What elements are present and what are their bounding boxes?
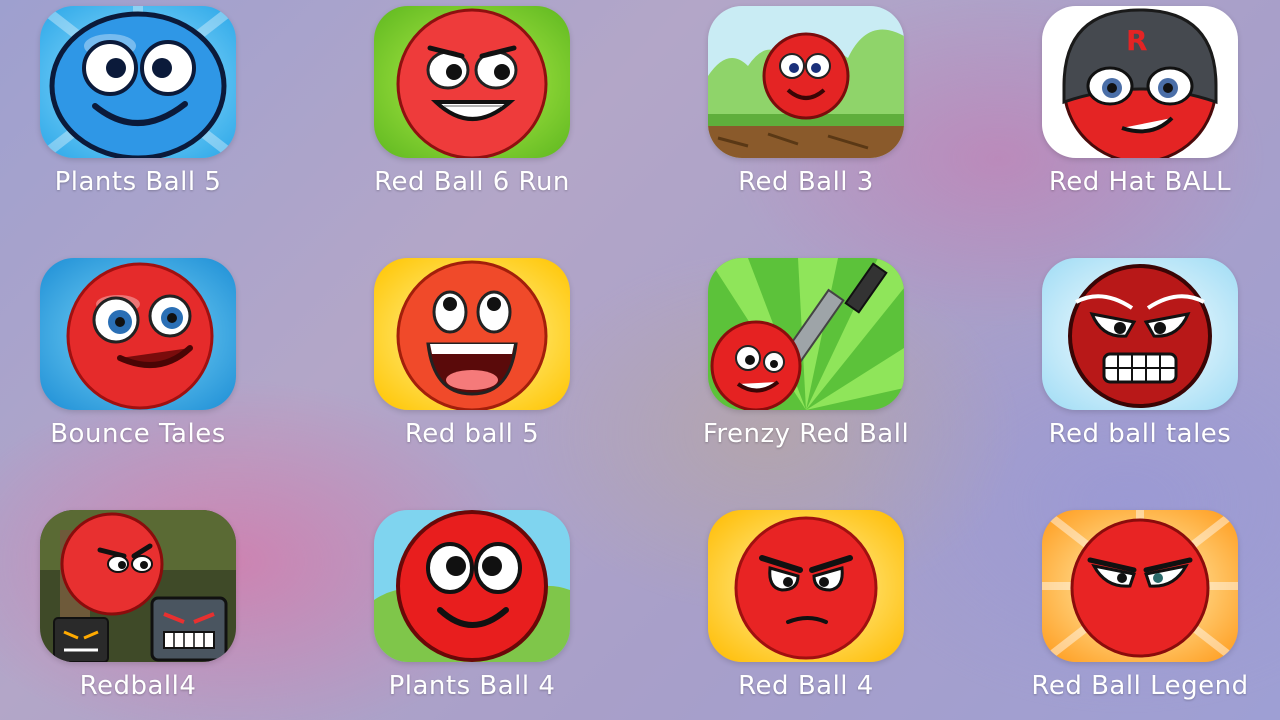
svg-text:R: R <box>1126 24 1148 57</box>
app-red-ball-tales[interactable]: Red ball tales <box>1010 252 1270 492</box>
app-label: Plants Ball 4 <box>388 671 556 701</box>
app-red-ball-4[interactable]: Red Ball 4 <box>676 504 936 720</box>
app-red-ball-5[interactable]: Red ball 5 <box>342 252 602 492</box>
app-red-ball-6-run[interactable]: Red Ball 6 Run <box>342 0 602 240</box>
app-bounce-tales[interactable]: Bounce Tales <box>8 252 268 492</box>
red-ball-masked-icon[interactable]: R <box>1042 6 1238 158</box>
red-ball-angry-icon[interactable] <box>1042 258 1238 410</box>
app-red-ball-legend[interactable]: Red Ball Legend <box>1010 504 1270 720</box>
app-red-hat-ball[interactable]: R Red Hat BALL <box>1010 0 1270 240</box>
blue-ball-smiling-icon[interactable] <box>40 6 236 158</box>
app-icon-grid: Plants Ball 5 Red Ball 6 Run Red Ball 3 … <box>0 0 1280 720</box>
red-ball-blue-eyes-icon[interactable] <box>40 258 236 410</box>
app-plants-ball-4[interactable]: Plants Ball 4 <box>342 504 602 720</box>
app-label: Plants Ball 5 <box>54 167 222 197</box>
red-ball-laughing-icon[interactable] <box>374 258 570 410</box>
red-ball-grinning-icon[interactable] <box>374 6 570 158</box>
red-ball-grass-icon[interactable] <box>708 6 904 158</box>
app-label: Red Ball 6 Run <box>374 167 570 197</box>
red-ball-frown-icon[interactable] <box>708 510 904 662</box>
red-ball-sunburst-icon[interactable] <box>1042 510 1238 662</box>
app-frenzy-red-ball[interactable]: Frenzy Red Ball <box>676 252 936 492</box>
app-label: Red Ball Legend <box>1031 671 1249 701</box>
app-label: Bounce Tales <box>50 419 226 449</box>
app-label: Red Ball 4 <box>738 671 874 701</box>
app-red-ball-3[interactable]: Red Ball 3 <box>676 0 936 240</box>
red-ball-dark-squares-icon[interactable] <box>40 510 236 662</box>
app-redball4[interactable]: Redball4 <box>8 504 268 720</box>
app-label: Redball4 <box>79 671 197 701</box>
red-ball-knife-icon[interactable] <box>708 258 904 410</box>
app-label: Frenzy Red Ball <box>702 419 910 449</box>
app-label: Red ball 5 <box>404 419 540 449</box>
red-ball-happy-icon[interactable] <box>374 510 570 662</box>
app-plants-ball-5[interactable]: Plants Ball 5 <box>8 0 268 240</box>
app-label: Red ball tales <box>1048 419 1232 449</box>
app-label: Red Ball 3 <box>738 167 874 197</box>
app-label: Red Hat BALL <box>1048 167 1232 197</box>
